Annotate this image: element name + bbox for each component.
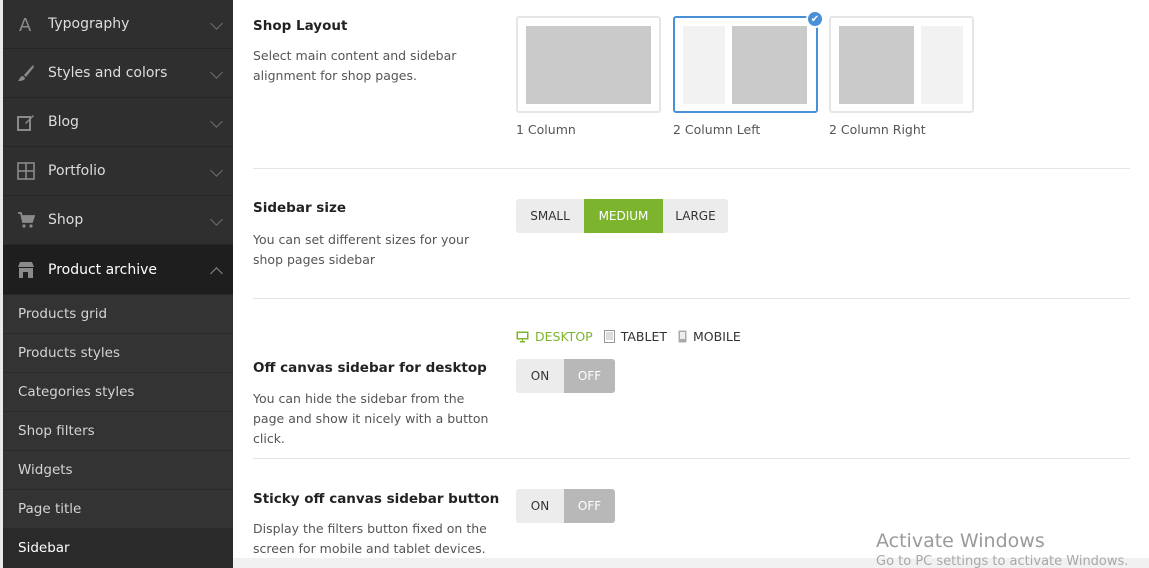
layout-caption-1-column: 1 Column [516, 122, 576, 137]
device-tab-label: DESKTOP [535, 329, 593, 344]
cart-icon [16, 210, 36, 230]
sidebar-size-medium-button[interactable]: MEDIUM [584, 199, 663, 233]
sticky-button-toggle: ON OFF [516, 489, 615, 523]
layout-content-block [732, 26, 807, 104]
sidebar-item-label: Product archive [48, 261, 157, 278]
sidebar-item-label: Portfolio [48, 163, 106, 179]
chevron-down-icon [210, 164, 223, 177]
submenu-item-categories-styles[interactable]: Categories styles [3, 373, 233, 412]
options-content: Shop Layout Select main content and side… [233, 0, 1149, 568]
desktop-icon [516, 331, 529, 343]
sidebar-item-label: Shop [48, 212, 84, 228]
layout-option-1-column[interactable] [516, 16, 661, 113]
chevron-down-icon [210, 66, 223, 79]
layout-option-2-column-left[interactable]: ✔ [673, 10, 824, 113]
off-canvas-toggle: ON OFF [516, 359, 615, 393]
device-switcher: DESKTOP TABLET MOBILE [516, 329, 752, 344]
device-tab-desktop[interactable]: DESKTOP [516, 329, 593, 344]
shop-layout-title: Shop Layout [253, 18, 348, 34]
grid-icon [16, 161, 36, 181]
off-canvas-description: You can hide the sidebar from the page a… [253, 391, 489, 446]
submenu-item-sidebar[interactable]: Sidebar [3, 529, 233, 568]
chevron-down-icon [210, 213, 223, 226]
layout-caption-2-column-right: 2 Column Right [829, 122, 926, 137]
sidebar-item-label: Styles and colors [48, 65, 168, 81]
sidebar-item-shop[interactable]: Shop [3, 196, 233, 245]
off-canvas-section: Off canvas sidebar for desktop You can h… [253, 299, 1130, 459]
sidebar-item-label: Typography [48, 16, 130, 32]
device-tab-label: MOBILE [693, 329, 741, 344]
submenu-item-products-styles[interactable]: Products styles [3, 334, 233, 373]
sticky-button-off-button[interactable]: OFF [564, 489, 615, 523]
sticky-button-title: Sticky off canvas sidebar button [253, 491, 500, 507]
store-icon [16, 260, 36, 280]
submenu-item-products-grid[interactable]: Products grid [3, 295, 233, 334]
submenu-item-widgets[interactable]: Widgets [3, 451, 233, 490]
sticky-button-on-button[interactable]: ON [516, 489, 564, 523]
device-tab-tablet[interactable]: TABLET [603, 329, 667, 344]
chevron-up-icon [210, 267, 223, 280]
layout-content-block [526, 26, 651, 104]
device-tab-label: TABLET [620, 329, 667, 344]
sidebar-size-small-button[interactable]: SMALL [516, 199, 584, 233]
typography-icon: A [16, 14, 36, 34]
layout-caption-2-column-left: 2 Column Left [673, 122, 761, 137]
options-sidebar: A Typography Styles and colors Blog Port… [0, 0, 233, 568]
sidebar-item-typography[interactable]: A Typography [3, 0, 233, 49]
checkmark-icon: ✔ [806, 10, 824, 28]
submenu-item-page-title[interactable]: Page title [3, 490, 233, 529]
product-archive-submenu: Products grid Products styles Categories… [3, 295, 233, 568]
windows-activation-watermark: Activate Windows [876, 530, 1045, 552]
edit-icon [16, 112, 36, 132]
sidebar-size-section: Sidebar size You can set different sizes… [253, 169, 1130, 299]
svg-text:A: A [19, 15, 32, 33]
sidebar-item-label: Blog [48, 114, 79, 130]
layout-content-block [839, 26, 914, 104]
sidebar-item-blog[interactable]: Blog [3, 98, 233, 147]
windows-activation-hint: Go to PC settings to activate Windows. [876, 554, 1129, 568]
layout-sidebar-block [921, 26, 963, 104]
chevron-down-icon [210, 115, 223, 128]
sidebar-size-selector: SMALL MEDIUM LARGE [516, 199, 728, 233]
tablet-icon [603, 330, 615, 343]
sidebar-item-product-archive[interactable]: Product archive [3, 245, 233, 295]
brush-icon [16, 63, 36, 83]
off-canvas-off-button[interactable]: OFF [564, 359, 615, 393]
sidebar-size-large-button[interactable]: LARGE [663, 199, 728, 233]
mobile-icon [678, 330, 687, 343]
shop-layout-description: Select main content and sidebar alignmen… [253, 48, 457, 83]
sticky-button-description: Display the filters button fixed on the … [253, 521, 487, 556]
chevron-down-icon [210, 17, 223, 30]
off-canvas-title: Off canvas sidebar for desktop [253, 360, 487, 376]
layout-option-2-column-right[interactable] [829, 16, 974, 113]
off-canvas-on-button[interactable]: ON [516, 359, 564, 393]
sidebar-item-portfolio[interactable]: Portfolio [3, 147, 233, 196]
device-tab-mobile[interactable]: MOBILE [678, 329, 741, 344]
theme-options-panel: A Typography Styles and colors Blog Port… [0, 0, 1149, 568]
shop-layout-section: Shop Layout Select main content and side… [253, 0, 1130, 169]
submenu-item-shop-filters[interactable]: Shop filters [3, 412, 233, 451]
sidebar-item-styles-and-colors[interactable]: Styles and colors [3, 49, 233, 98]
sidebar-size-title: Sidebar size [253, 200, 346, 216]
layout-sidebar-block [683, 26, 725, 104]
sidebar-size-description: You can set different sizes for your sho… [253, 232, 470, 267]
